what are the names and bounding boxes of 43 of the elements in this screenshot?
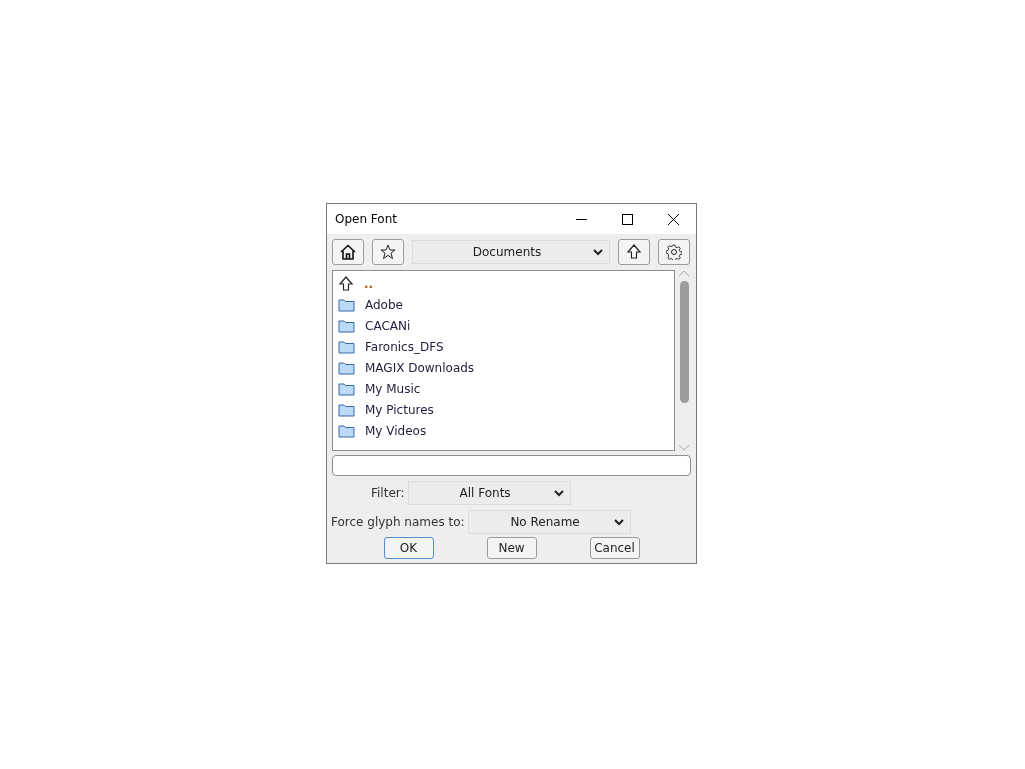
scroll-down-icon: [678, 444, 690, 451]
folder-icon: [338, 318, 355, 333]
location-dropdown[interactable]: Documents: [412, 240, 610, 264]
up-arrow-icon: [338, 275, 354, 292]
close-icon: [667, 213, 679, 225]
scroll-up-icon: [678, 270, 690, 277]
file-list-item[interactable]: CACANi: [333, 315, 674, 336]
filename-input[interactable]: [332, 455, 691, 476]
settings-button[interactable]: [658, 239, 690, 265]
file-list-item[interactable]: ..: [333, 273, 674, 294]
file-list-item[interactable]: My Pictures: [333, 399, 674, 420]
chevron-down-icon: [593, 248, 603, 256]
file-list-item[interactable]: My Videos: [333, 420, 674, 441]
chevron-down-icon: [613, 518, 624, 526]
folder-icon: [338, 381, 355, 396]
chevron-down-icon: [553, 489, 564, 497]
home-icon: [340, 244, 356, 260]
home-button[interactable]: [332, 239, 364, 265]
file-list-item[interactable]: Adobe: [333, 294, 674, 315]
folder-icon: [338, 402, 355, 417]
folder-icon: [338, 360, 355, 375]
bookmark-button[interactable]: [372, 239, 404, 265]
star-icon: [380, 244, 396, 260]
dialog-button[interactable]: OK: [383, 537, 434, 559]
dialog-button[interactable]: Cancel: [589, 537, 640, 559]
folder-icon: [338, 297, 355, 312]
rename-label: Force glyph names to:: [331, 515, 465, 529]
filter-dropdown[interactable]: All Fonts: [407, 481, 571, 505]
file-list-item[interactable]: MAGIX Downloads: [333, 357, 674, 378]
up-button[interactable]: [618, 239, 650, 265]
window-title: Open Font: [335, 212, 398, 226]
dialog-button[interactable]: New: [486, 537, 537, 559]
folder-icon: [338, 423, 355, 438]
file-list-item[interactable]: Faronics_DFS: [333, 336, 674, 357]
minimize-icon: [575, 218, 587, 220]
rename-dropdown[interactable]: No Rename: [467, 510, 631, 534]
maximize-icon: [621, 213, 633, 225]
settings-icon: [666, 244, 682, 260]
folder-icon: [338, 339, 355, 354]
up-arrow-icon: [626, 244, 642, 260]
scrollbar[interactable]: [677, 270, 691, 451]
file-list-item[interactable]: My Music: [333, 378, 674, 399]
filter-label: Filter:: [371, 486, 405, 500]
